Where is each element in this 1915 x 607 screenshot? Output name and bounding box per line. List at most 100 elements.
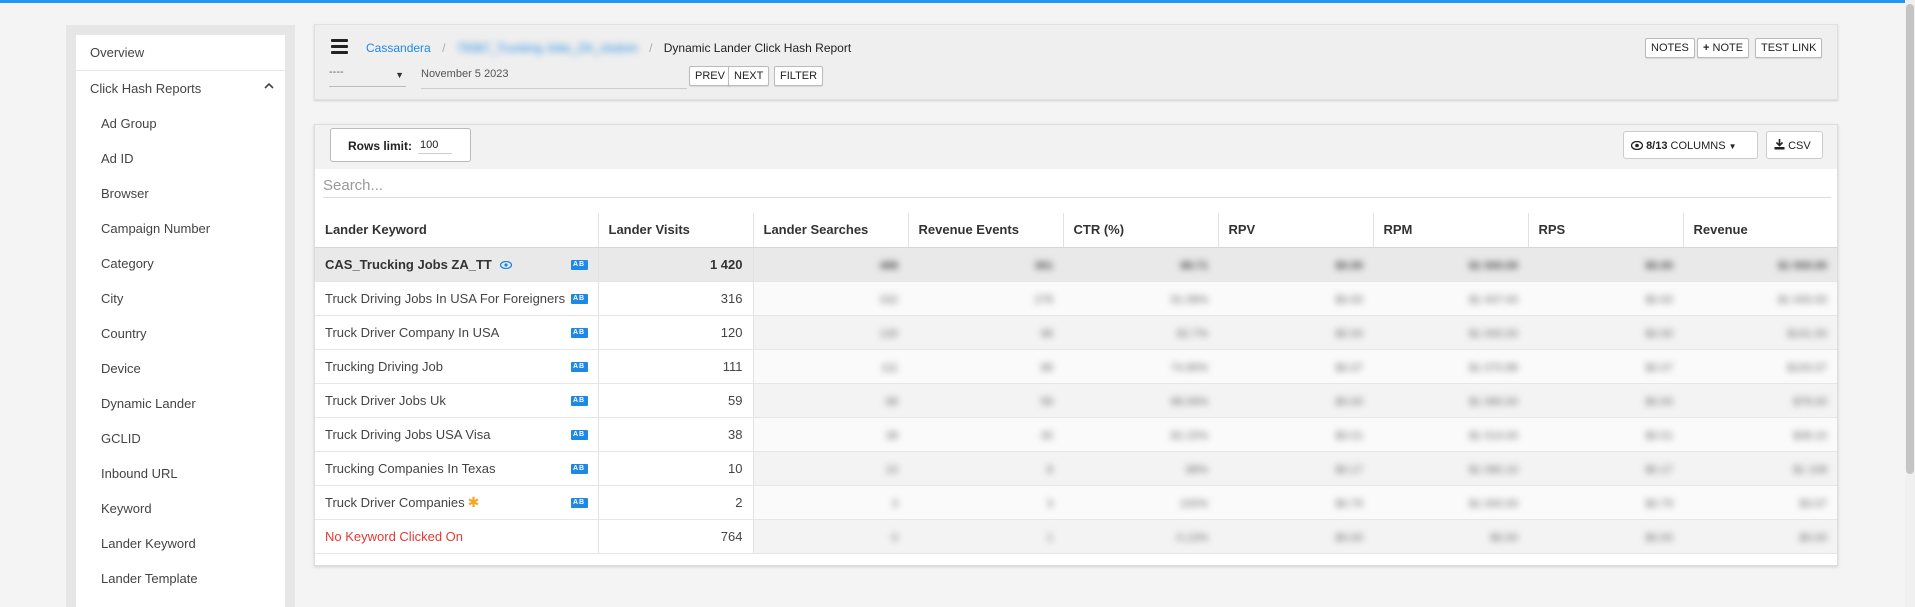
sidebar-item-inbound-url[interactable]: Inbound URL — [76, 456, 285, 491]
sidebar-item-ad-id[interactable]: Ad ID — [76, 141, 285, 176]
keyword-label: Truck Driver Companies — [325, 494, 465, 510]
sidebar-item-gclid[interactable]: GCLID — [76, 421, 285, 456]
table-row[interactable]: Truck Driver Company In USA AB 120 130 98 82.… — [315, 315, 1837, 350]
plus-icon: + — [1703, 42, 1710, 54]
rows-limit-input[interactable]: 100 — [418, 137, 452, 154]
keyword-cell[interactable]: Trucking Driving Job AB — [315, 349, 599, 384]
table-row[interactable]: Truck Driver Jobs Uk AB 59 68 58 88.09% $0.00 $… — [315, 383, 1837, 418]
next-button[interactable]: NEXT — [728, 66, 770, 86]
blurred-cell: $1 080.00 — [1373, 383, 1528, 418]
sidebar-item-lander-keyword[interactable]: Lander Keyword — [76, 526, 285, 561]
sidebar-item-ad-group[interactable]: Ad Group — [76, 106, 285, 141]
keyword-cell[interactable]: Truck Driver Jobs Uk AB — [315, 383, 599, 418]
ab-test-icon[interactable]: AB — [570, 327, 588, 338]
notes-button[interactable]: NOTES — [1645, 38, 1695, 58]
ab-test-icon[interactable]: AB — [570, 259, 588, 270]
columns-label: COLUMNS — [1670, 140, 1726, 152]
sidebar: Overview Click Hash Reports Ad Group Ad … — [66, 25, 295, 607]
blurred-cell: 3 — [753, 485, 908, 520]
sidebar-item-device[interactable]: Device — [76, 351, 285, 386]
blurred-cell: 82.7% — [1063, 315, 1218, 350]
blurred-cell: $0.00 — [1528, 519, 1683, 554]
ab-test-icon[interactable]: AB — [570, 395, 588, 406]
ab-test-icon[interactable]: AB — [570, 361, 588, 372]
table-row[interactable]: Truck Driving Jobs In USA For Foreigners… — [315, 281, 1837, 316]
blurred-cell: 0 — [753, 519, 908, 554]
scrollbar-thumb[interactable] — [1906, 4, 1914, 474]
ab-test-icon[interactable]: AB — [570, 497, 588, 508]
blurred-cell: 68 — [753, 383, 908, 418]
add-note-button[interactable]: + NOTE — [1697, 38, 1750, 58]
table-row[interactable]: Truck Driving Jobs USA Visa AB 38 38 30 82.15… — [315, 417, 1837, 452]
sidebar-group-click-hash-reports[interactable]: Click Hash Reports — [76, 71, 285, 106]
menu-icon[interactable] — [331, 39, 348, 55]
sidebar-item-lander-template[interactable]: Lander Template — [76, 561, 285, 596]
date-field[interactable]: November 5 2023 — [421, 66, 687, 89]
table-row[interactable]: Trucking Companies In Texas AB 10 10 8 88% $0.… — [315, 451, 1837, 486]
blurred-cell: $0.07 — [1528, 349, 1683, 384]
column-header-rpv[interactable]: RPV — [1218, 213, 1374, 248]
breadcrumb-separator: / — [442, 41, 446, 55]
sidebar-item-category[interactable]: Category — [76, 246, 285, 281]
column-header-lander-searches[interactable]: Lander Searches — [753, 213, 909, 248]
table-row[interactable]: Truck Driver Companies ✱ AB 2 3 3 100% $0.79 $1 … — [315, 485, 1837, 520]
test-link-button[interactable]: TEST LINK — [1755, 38, 1823, 58]
sidebar-item-dynamic-lander[interactable]: Dynamic Lander — [76, 386, 285, 421]
top-accent-bar — [0, 0, 1915, 3]
column-header-rps[interactable]: RPS — [1528, 213, 1684, 248]
breadcrumb-campaign-link[interactable]: 75087_Trucking Jobs_ZA_clsdom — [457, 41, 638, 55]
csv-export-button[interactable]: CSV — [1766, 131, 1823, 159]
rows-limit-control: Rows limit: 100 — [330, 128, 471, 162]
column-header-lander-visits[interactable]: Lander Visits — [598, 213, 754, 248]
ab-test-icon[interactable]: AB — [570, 429, 588, 440]
blurred-cell: $100.07 — [1683, 349, 1837, 384]
search-input[interactable] — [323, 173, 1831, 198]
ab-test-icon[interactable]: AB — [570, 293, 588, 304]
blurred-cell: $0.01 — [1218, 417, 1373, 452]
keyword-cell[interactable]: Trucking Companies In Texas AB — [315, 451, 599, 486]
sidebar-item-browser[interactable]: Browser — [76, 176, 285, 211]
keyword-cell[interactable]: No Keyword Clicked On — [315, 519, 599, 554]
ab-test-icon[interactable]: AB — [570, 463, 588, 474]
add-note-label: NOTE — [1712, 42, 1744, 54]
blurred-cell: $1 070.88 — [1373, 349, 1528, 384]
sidebar-item-country[interactable]: Country — [76, 316, 285, 351]
visits-cell: 120 — [598, 315, 754, 350]
breadcrumb-root-link[interactable]: Cassandera — [366, 41, 431, 55]
keyword-cell[interactable]: Truck Driver Companies ✱ AB — [315, 485, 599, 520]
column-header-revenue-events[interactable]: Revenue Events — [908, 213, 1064, 248]
sidebar-item-campaign-number[interactable]: Campaign Number — [76, 211, 285, 246]
star-icon: ✱ — [467, 493, 480, 510]
sidebar-group-label: Click Hash Reports — [90, 81, 202, 96]
column-header-revenue[interactable]: Revenue — [1683, 213, 1837, 248]
visits-cell: 59 — [598, 383, 754, 418]
sidebar-item-match-type[interactable]: Match Type — [76, 596, 285, 607]
sidebar-item-keyword[interactable]: Keyword — [76, 491, 285, 526]
column-header-ctr[interactable]: CTR (%) — [1063, 213, 1219, 248]
visits-cell: 111 — [598, 349, 754, 384]
column-header-lander-keyword[interactable]: Lander Keyword — [315, 213, 599, 248]
sidebar-item-city[interactable]: City — [76, 281, 285, 316]
keyword-cell[interactable]: Truck Driving Jobs In USA For Foreigners… — [315, 281, 599, 316]
columns-toggle-button[interactable]: 8/13 COLUMNS ▼ — [1623, 131, 1758, 159]
caret-down-icon: ▼ — [1728, 142, 1737, 151]
blurred-cell: $0.17 — [1218, 451, 1373, 486]
filter-button[interactable]: FILTER — [774, 66, 824, 86]
total-keyword-cell: CAS_Trucking Jobs ZA_TT AB — [315, 247, 599, 282]
keyword-cell[interactable]: Truck Driving Jobs USA Visa AB — [315, 417, 599, 452]
blurred-cell: 3 — [908, 485, 1063, 520]
blurred-cell: $1 007.00 — [1373, 281, 1528, 316]
keyword-cell[interactable]: Truck Driver Company In USA AB — [315, 315, 599, 350]
column-header-rpm[interactable]: RPM — [1373, 213, 1529, 248]
prev-button[interactable]: PREV — [689, 66, 731, 86]
report-table: Lander Keyword Lander Visits Lander Sear… — [315, 213, 1837, 554]
blurred-cell: $1 000.00 — [1373, 485, 1528, 520]
eye-icon[interactable] — [499, 261, 512, 270]
period-select[interactable]: ---- ▼ — [329, 66, 406, 87]
blurred-cell: 488 — [753, 247, 908, 282]
table-row[interactable]: Trucking Driving Job AB 111 111 88 74.89% $0.0… — [315, 349, 1837, 384]
page-scrollbar[interactable] — [1905, 0, 1915, 607]
sidebar-item-overview[interactable]: Overview — [76, 35, 285, 71]
blurred-cell: 88.09% — [1063, 383, 1218, 418]
table-row[interactable]: No Keyword Clicked On 764 0 1 0.13% $0.00 $0.0… — [315, 519, 1837, 554]
